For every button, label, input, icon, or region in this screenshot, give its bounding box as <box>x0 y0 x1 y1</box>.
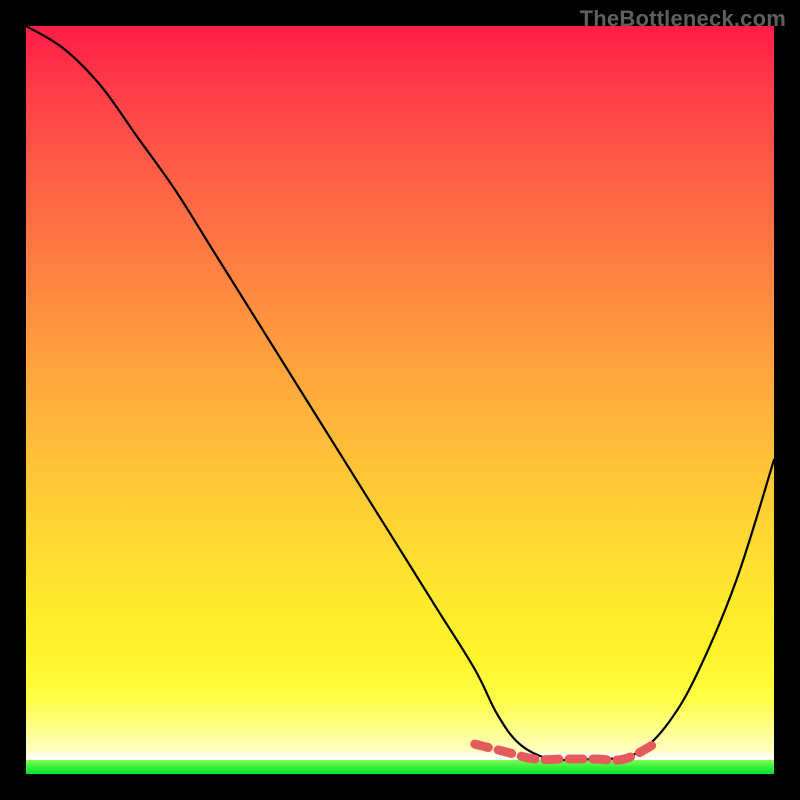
chart-frame: TheBottleneck.com <box>0 0 800 800</box>
curve-svg <box>26 26 774 774</box>
optimal-range-marker-path <box>475 744 655 760</box>
watermark-text: TheBottleneck.com <box>580 6 786 32</box>
plot-area <box>26 26 774 774</box>
bottleneck-curve-path <box>26 26 774 760</box>
